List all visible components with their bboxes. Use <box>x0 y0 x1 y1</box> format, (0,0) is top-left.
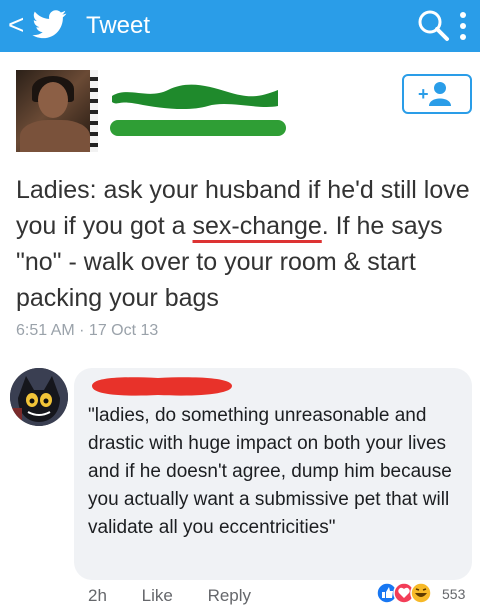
reply-button[interactable]: Reply <box>208 586 251 606</box>
redacted-display-name <box>112 84 278 110</box>
comment-actions: 2h Like Reply <box>88 586 281 606</box>
back-icon[interactable]: < <box>8 8 24 42</box>
page-title: Tweet <box>86 12 151 39</box>
reaction-count: 553 <box>442 586 466 602</box>
twitter-bird-icon <box>32 10 67 39</box>
comment-time: 2h <box>88 586 107 605</box>
redacted-commenter-name <box>92 377 232 396</box>
redacted-username <box>110 120 286 136</box>
comment-text: "ladies, do something unreasonable and d… <box>88 405 452 538</box>
haha-icon <box>410 582 432 604</box>
follow-button[interactable]: + <box>402 74 472 114</box>
like-button[interactable]: Like <box>142 586 173 606</box>
underlined-phrase: sex-change <box>192 212 322 240</box>
svg-text:+: + <box>418 84 429 104</box>
add-user-icon: + <box>418 82 451 106</box>
search-icon[interactable] <box>416 8 450 42</box>
tweet-text: Ladies: ask your husband if he'd still l… <box>16 172 471 316</box>
app-bar: < Tweet <box>0 0 480 52</box>
tweet-timestamp: 6:51 AM · 17 Oct 13 <box>16 322 159 339</box>
more-vertical-icon[interactable] <box>458 10 468 42</box>
commenter-avatar[interactable] <box>10 368 68 426</box>
tweet-avatar[interactable] <box>16 70 98 152</box>
cat-mask-avatar-icon <box>10 368 68 426</box>
